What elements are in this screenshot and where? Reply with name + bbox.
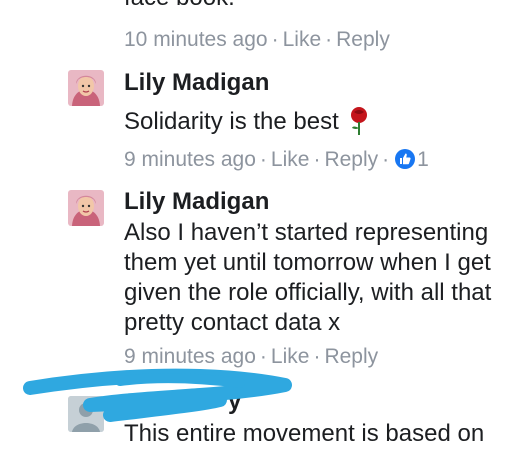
comment-meta: 9 minutes ago · Like · Reply	[124, 345, 379, 368]
avatar[interactable]	[68, 190, 104, 226]
reply-link[interactable]: Reply	[324, 148, 378, 171]
reply-link[interactable]: Reply	[324, 345, 378, 368]
previous-comment-meta: 10 minutes ago · Like · Reply	[124, 28, 390, 51]
like-link[interactable]: Like	[283, 28, 322, 51]
avatar[interactable]	[68, 70, 104, 106]
comment-text: Also I haven’t started representing them…	[124, 219, 492, 336]
like-link[interactable]: Like	[271, 345, 310, 368]
previous-comment-text: face book.	[124, 0, 235, 12]
comment-thread: face book. 10 minutes ago·Like·Reply Lil…	[0, 0, 524, 451]
rose-icon	[351, 107, 368, 135]
comment-text: This entire movement is based on	[124, 420, 485, 447]
comment-meta: 9 minutes ago · Like · Reply · 1	[124, 148, 429, 171]
avatar-image	[68, 190, 104, 226]
comment-author[interactable]: Lily Madigan	[124, 69, 269, 97]
reaction-count: 1	[417, 148, 429, 171]
comment-text: Solidarity is the best	[124, 106, 520, 137]
thumbs-up-icon[interactable]	[395, 149, 416, 169]
comment-author[interactable]: y	[228, 388, 241, 416]
like-link[interactable]: Like	[271, 148, 310, 171]
comment-timestamp[interactable]: 9 minutes ago	[124, 345, 256, 368]
reply-link[interactable]: Reply	[336, 28, 390, 51]
avatar-image	[68, 396, 104, 432]
comment-timestamp[interactable]: 10 minutes ago	[124, 28, 268, 51]
avatar-image	[68, 70, 104, 106]
avatar[interactable]	[68, 396, 104, 432]
comment-author[interactable]: Lily Madigan	[124, 188, 269, 216]
comment-timestamp[interactable]: 9 minutes ago	[124, 148, 256, 171]
